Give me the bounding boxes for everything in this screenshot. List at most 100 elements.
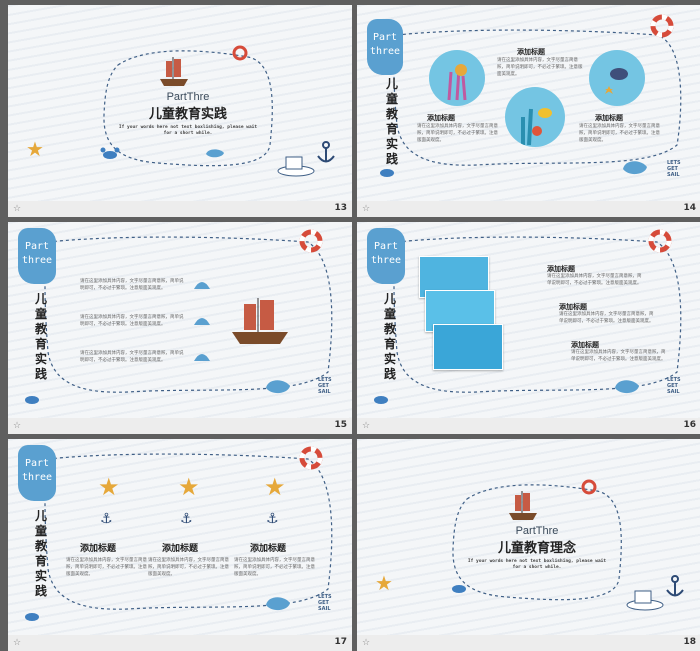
anchor-icon <box>665 575 685 603</box>
slide-footer: ☆ 18 <box>357 635 700 651</box>
slide-number: 14 <box>683 203 696 213</box>
slide-14[interactable]: Part three 儿童教育实践 添加标题 请在这里添加具体内容，文字尽量言简… <box>357 5 700 217</box>
star-icon: ★ <box>375 571 393 595</box>
slide-17[interactable]: Part three 儿童教育实践 ★ ★ ★ ⚓ ⚓ ⚓ 添加标题 请在这里添… <box>8 439 352 651</box>
crab-icon <box>22 390 42 409</box>
ship-icon <box>226 296 296 356</box>
anchor-icon: ⚓ <box>180 511 193 527</box>
heading-3: 添加标题 <box>595 114 623 122</box>
starfish-image <box>589 50 645 106</box>
slide-15[interactable]: Part three 儿童教育实践 请在这里添加具体内容，文字尽量言简意赅，简单… <box>8 222 352 434</box>
title-block: PartThre 儿童教育理念 If your words here not t… <box>467 525 607 571</box>
slide-footer: ☆ 16 <box>357 418 700 434</box>
heading-1: 添加标题 <box>427 114 455 122</box>
slide-number: 15 <box>334 420 347 430</box>
sail-text: LETS GET SAIL <box>667 377 681 395</box>
sail-text: LETS GET SAIL <box>318 377 332 395</box>
text-3: 请在这里添加具体内容，文字尽量言简意赅，简单说明即可，不必过于繁琐。注意版面美观… <box>234 558 315 577</box>
reef-image <box>505 87 565 147</box>
star-icon: ★ <box>178 473 200 501</box>
slide-footer: ☆ 13 <box>8 201 352 217</box>
heading-2: 添加标题 <box>162 544 199 554</box>
vertical-title: 儿童教育实践 <box>383 292 396 381</box>
slide-icon[interactable]: ☆ <box>362 421 370 431</box>
slide-footer: ☆ 14 <box>357 201 700 217</box>
lifebuoy-icon <box>232 45 248 65</box>
crab-icon <box>449 579 469 598</box>
sea-image-3 <box>433 324 503 370</box>
treasure-icon <box>625 587 665 615</box>
shell-icon <box>192 348 212 367</box>
whale-icon <box>264 376 292 400</box>
text-2: 请在这里添加具体内容，文字尽量言简意赅，简单说明即可，不必过于繁琐。注意版面美观… <box>559 312 654 324</box>
lifebuoy-icon <box>581 479 597 499</box>
part-badge-text: Part three <box>369 32 401 57</box>
whale-icon <box>204 145 226 164</box>
ship-icon <box>156 55 192 93</box>
sail-text: LETS GET SAIL <box>667 160 681 178</box>
title-en: PartThre <box>166 91 210 103</box>
slide-canvas: Part three 儿童教育实践 请在这里添加具体内容，文字尽量言简意赅，简单… <box>8 222 352 418</box>
slide-icon[interactable]: ☆ <box>362 638 370 648</box>
vertical-title: 儿童教育实践 <box>34 509 47 598</box>
text-3: 请在这里添加具体内容，文字尽量言简意赅，简单说明即可，不必过于繁琐。注意版面美观… <box>579 124 660 143</box>
text-1: 请在这里添加具体内容，文字尽量言简意赅，简单说明即可，不必过于繁琐。注意版面美观… <box>80 279 184 291</box>
crab-icon <box>100 145 120 164</box>
heading-3: 添加标题 <box>250 544 287 554</box>
sail-text: LETS GET SAIL <box>318 594 332 612</box>
slide-number: 13 <box>334 203 347 213</box>
shell-icon <box>192 312 212 331</box>
text-3: 请在这里添加具体内容，文字尽量言简意赅，简单说明即可，不必过于繁琐。注意版面美观… <box>571 350 666 362</box>
crab-icon <box>371 390 391 409</box>
title-en: PartThre <box>515 525 559 537</box>
lifebuoy-icon <box>647 228 673 258</box>
vertical-title: 儿童教育实践 <box>34 292 47 381</box>
lifebuoy-icon <box>298 228 324 258</box>
title-block: PartThre 儿童教育实践 If your words here not t… <box>118 91 258 137</box>
slide-canvas: Part three 儿童教育实践 ★ ★ ★ ⚓ ⚓ ⚓ 添加标题 请在这里添… <box>8 439 352 635</box>
part-badge-text: Part three <box>21 241 53 266</box>
ship-icon <box>505 489 541 527</box>
text-1: 请在这里添加具体内容，文字尽量言简意赅，简单说明即可，不必过于繁琐。注意版面美观… <box>547 274 642 286</box>
text-1: 请在这里添加具体内容，文字尽量言简意赅，简单说明即可，不必过于繁琐。注意版面美观… <box>66 558 147 577</box>
anchor-icon: ⚓ <box>266 511 279 527</box>
slide-icon[interactable]: ☆ <box>13 421 21 431</box>
text-2: 请在这里添加具体内容，文字尽量言简意赅，简单说明即可，不必过于繁琐。注意版面美观… <box>148 558 229 577</box>
part-badge: Part three <box>18 228 56 284</box>
vertical-title: 儿童教育实践 <box>385 77 398 166</box>
whale-icon <box>264 593 292 617</box>
slide-canvas: Part three 儿童教育实践 添加标题 请在这里添加具体内容，文字尽量言简… <box>357 222 700 418</box>
star-icon: ★ <box>26 137 44 161</box>
slide-number: 16 <box>683 420 696 430</box>
slide-canvas: Part three 儿童教育实践 添加标题 请在这里添加具体内容，文字尽量言简… <box>357 5 700 201</box>
text-3: 请在这里添加具体内容，文字尽量言简意赅，简单说明即可，不必过于繁琐。注意版面美观… <box>80 351 184 363</box>
star-icon: ★ <box>98 473 120 501</box>
text-1: 请在这里添加具体内容，文字尽量言简意赅，简单说明即可，不必过于繁琐。注意版面美观… <box>417 124 498 143</box>
heading-2: 添加标题 <box>517 48 545 56</box>
treasure-icon <box>276 153 316 181</box>
slide-icon[interactable]: ☆ <box>13 204 21 214</box>
text-2: 请在这里添加具体内容，文字尽量言简意赅，简单说明即可，不必过于繁琐。注意版面美观… <box>497 58 583 77</box>
slide-icon[interactable]: ☆ <box>13 638 21 648</box>
slide-13[interactable]: PartThre 儿童教育实践 If your words here not t… <box>8 5 352 217</box>
slide-18[interactable]: PartThre 儿童教育理念 If your words here not t… <box>357 439 700 651</box>
slide-icon[interactable]: ☆ <box>362 204 370 214</box>
part-badge: Part three <box>18 445 56 501</box>
anchor-icon: ⚓ <box>100 511 113 527</box>
lifebuoy-icon <box>649 13 675 43</box>
slide-canvas: PartThre 儿童教育理念 If your words here not t… <box>357 439 700 635</box>
subtitle-text: If your words here not text boxlishing, … <box>118 125 258 136</box>
title-cn: 儿童教育实践 <box>148 107 227 122</box>
slide-canvas: PartThre 儿童教育实践 If your words here not t… <box>8 5 352 201</box>
anchor-icon <box>316 141 336 169</box>
shell-icon <box>192 276 212 295</box>
whale-icon <box>613 376 641 400</box>
part-badge: Part three <box>367 19 403 75</box>
slide-footer: ☆ 17 <box>8 635 352 651</box>
star-icon: ★ <box>264 473 286 501</box>
whale-icon <box>621 157 649 181</box>
crab-icon <box>22 607 42 626</box>
heading-1: 添加标题 <box>80 544 117 554</box>
coral-image <box>429 50 485 106</box>
slide-16[interactable]: Part three 儿童教育实践 添加标题 请在这里添加具体内容，文字尽量言简… <box>357 222 700 434</box>
